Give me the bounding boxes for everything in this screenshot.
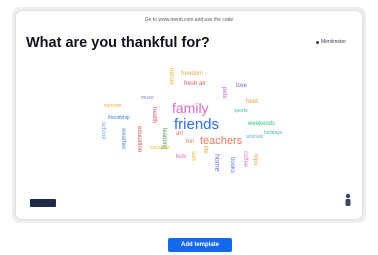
word-cloud-word: nature (168, 68, 174, 86)
add-template-button[interactable]: Add template (168, 238, 232, 252)
person-icon (345, 193, 351, 206)
word-cloud-word: summer (104, 103, 123, 109)
word-cloud-word: weather (120, 128, 126, 150)
word-cloud-word: friendship (108, 115, 130, 121)
word-cloud-word: friends (174, 116, 220, 133)
word-cloud-word: freedom (181, 71, 204, 77)
word-cloud-word: weekends (248, 121, 276, 127)
word-cloud-word: pets (221, 87, 227, 99)
word-cloud-word: sports (234, 108, 248, 114)
word-cloud-word: health (151, 107, 157, 124)
word-cloud-word: fun (186, 139, 195, 145)
word-cloud-word: music (141, 95, 155, 101)
word-cloud-word: home (213, 154, 220, 172)
word-cloud-word: trips (252, 154, 258, 166)
word-cloud-word: life (202, 146, 208, 154)
word-cloud-word: school (100, 122, 106, 140)
word-cloud-word: art (176, 131, 184, 137)
word-cloud-word: animals (246, 134, 264, 140)
slide-preview: Go to www.menti.com and use the code Wha… (16, 11, 362, 219)
word-cloud-word: food (246, 99, 258, 105)
presenter-logo (30, 199, 56, 207)
word-cloud-word: sunshine (150, 145, 171, 151)
word-cloud: family friends teachers freedom fresh air mus… (16, 11, 362, 219)
word-cloud-word: love (236, 83, 248, 89)
word-cloud-word: sun (190, 151, 196, 161)
word-cloud-word: fresh air (184, 81, 206, 87)
word-cloud-word: education (136, 126, 142, 153)
word-cloud-word: holidays (264, 130, 283, 136)
word-cloud-word: coffee (242, 151, 248, 168)
word-cloud-word: family (172, 100, 209, 116)
word-cloud-word: kids (176, 154, 187, 160)
word-cloud-word: books (229, 157, 235, 174)
